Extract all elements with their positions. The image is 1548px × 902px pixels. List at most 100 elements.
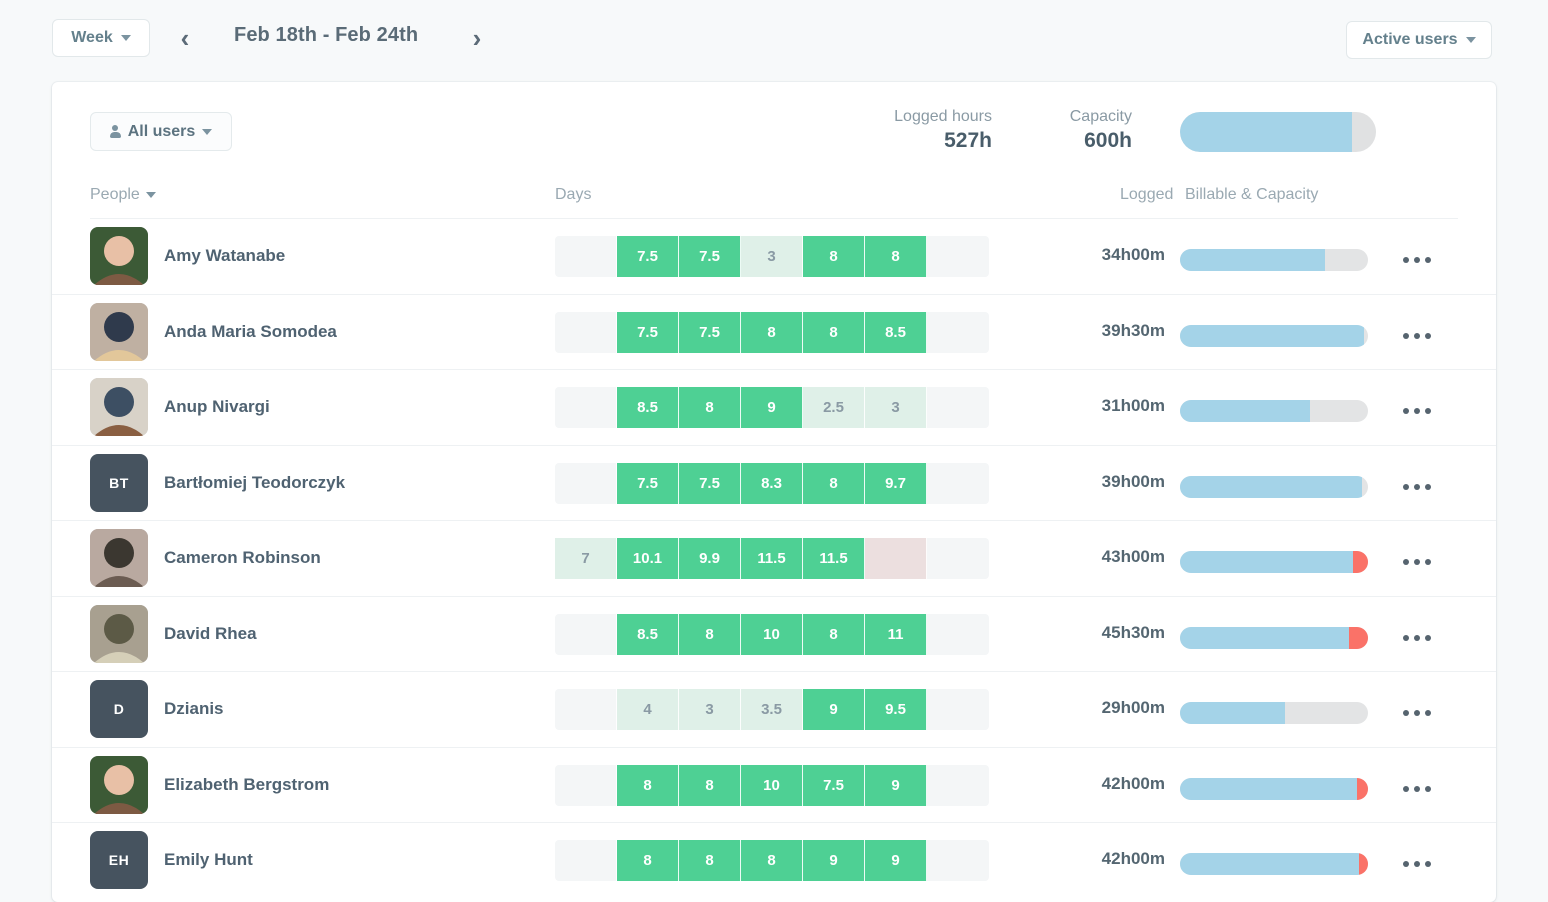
user-scope-select[interactable]: Active users bbox=[1346, 21, 1492, 59]
day-cell[interactable]: 8 bbox=[803, 614, 865, 655]
table-row[interactable]: Amy Watanabe7.57.538834h00m bbox=[52, 219, 1496, 295]
day-cell[interactable]: 9 bbox=[741, 387, 803, 428]
day-cell[interactable] bbox=[927, 463, 989, 504]
person-name[interactable]: Cameron Robinson bbox=[164, 548, 321, 568]
day-cell[interactable]: 8.5 bbox=[617, 387, 679, 428]
row-menu-button[interactable] bbox=[1403, 251, 1445, 269]
row-menu-button[interactable] bbox=[1403, 855, 1445, 873]
day-cell[interactable]: 7.5 bbox=[679, 236, 741, 277]
person-name[interactable]: Anda Maria Somodea bbox=[164, 322, 337, 342]
day-cell[interactable]: 3 bbox=[865, 387, 927, 428]
table-row[interactable]: Cameron Robinson710.19.911.511.543h00m bbox=[52, 521, 1496, 597]
person-name[interactable]: Emily Hunt bbox=[164, 850, 253, 870]
day-cell[interactable]: 7.5 bbox=[617, 312, 679, 353]
table-row[interactable]: David Rhea8.581081145h30m bbox=[52, 597, 1496, 673]
day-cell[interactable]: 8.3 bbox=[741, 463, 803, 504]
next-week-button[interactable]: › bbox=[462, 22, 492, 54]
day-cell[interactable]: 7.5 bbox=[617, 463, 679, 504]
day-cell[interactable] bbox=[555, 463, 617, 504]
day-cell[interactable]: 9 bbox=[803, 689, 865, 730]
day-cell[interactable]: 7.5 bbox=[679, 463, 741, 504]
row-menu-button[interactable] bbox=[1403, 704, 1445, 722]
day-cell[interactable]: 7 bbox=[555, 538, 617, 579]
day-cell[interactable]: 8 bbox=[679, 840, 741, 881]
day-cell[interactable] bbox=[927, 312, 989, 353]
row-menu-button[interactable] bbox=[1403, 402, 1445, 420]
day-cell[interactable]: 8 bbox=[679, 387, 741, 428]
person-name[interactable]: Dzianis bbox=[164, 699, 224, 719]
period-select[interactable]: Week bbox=[52, 19, 150, 57]
day-cell[interactable]: 10 bbox=[741, 614, 803, 655]
table-row[interactable]: DDzianis433.599.529h00m bbox=[52, 672, 1496, 748]
prev-week-button[interactable]: ‹ bbox=[170, 22, 200, 54]
person-name[interactable]: David Rhea bbox=[164, 624, 257, 644]
day-cell[interactable] bbox=[927, 387, 989, 428]
day-cell[interactable]: 8.5 bbox=[865, 312, 927, 353]
avatar-initials: BT bbox=[90, 454, 148, 512]
row-menu-button[interactable] bbox=[1403, 780, 1445, 798]
day-cell[interactable]: 8.5 bbox=[617, 614, 679, 655]
day-cell[interactable]: 9.5 bbox=[865, 689, 927, 730]
day-cell[interactable]: 9 bbox=[803, 840, 865, 881]
day-cell[interactable]: 3 bbox=[679, 689, 741, 730]
day-cell[interactable] bbox=[927, 614, 989, 655]
day-cell[interactable]: 11.5 bbox=[803, 538, 865, 579]
day-cell[interactable]: 10.1 bbox=[617, 538, 679, 579]
day-cell[interactable]: 9 bbox=[865, 765, 927, 806]
person-name[interactable]: Anup Nivargi bbox=[164, 397, 270, 417]
day-cell[interactable]: 9.9 bbox=[679, 538, 741, 579]
day-cell[interactable] bbox=[927, 236, 989, 277]
day-cell[interactable] bbox=[927, 765, 989, 806]
day-cell[interactable]: 9.7 bbox=[865, 463, 927, 504]
day-cell[interactable] bbox=[555, 387, 617, 428]
day-cell[interactable]: 8 bbox=[865, 236, 927, 277]
day-cell[interactable]: 11.5 bbox=[741, 538, 803, 579]
day-cell[interactable]: 2.5 bbox=[803, 387, 865, 428]
day-cell[interactable] bbox=[555, 765, 617, 806]
day-cell[interactable]: 8 bbox=[803, 463, 865, 504]
day-cell[interactable]: 7.5 bbox=[679, 312, 741, 353]
day-cell[interactable] bbox=[555, 236, 617, 277]
table-row[interactable]: Anup Nivargi8.5892.5331h00m bbox=[52, 370, 1496, 446]
day-cell[interactable]: 8 bbox=[803, 236, 865, 277]
row-menu-button[interactable] bbox=[1403, 629, 1445, 647]
row-menu-button[interactable] bbox=[1403, 553, 1445, 571]
person-name[interactable]: Amy Watanabe bbox=[164, 246, 285, 266]
day-cell[interactable]: 8 bbox=[617, 765, 679, 806]
column-header-people[interactable]: People bbox=[90, 186, 156, 204]
day-cell[interactable] bbox=[555, 312, 617, 353]
day-cell[interactable]: 8 bbox=[741, 840, 803, 881]
day-cell[interactable]: 11 bbox=[865, 614, 927, 655]
day-cell[interactable] bbox=[555, 840, 617, 881]
day-cell[interactable] bbox=[865, 538, 927, 579]
day-cell[interactable]: 4 bbox=[617, 689, 679, 730]
person-name[interactable]: Bartłomiej Teodorczyk bbox=[164, 473, 345, 493]
day-cell[interactable]: 7.5 bbox=[803, 765, 865, 806]
day-cell[interactable]: 10 bbox=[741, 765, 803, 806]
capacity-bar-overflow bbox=[1357, 778, 1368, 800]
table-row[interactable]: BTBartłomiej Teodorczyk7.57.58.389.739h0… bbox=[52, 446, 1496, 522]
day-cell[interactable]: 7.5 bbox=[617, 236, 679, 277]
row-menu-button[interactable] bbox=[1403, 327, 1445, 345]
day-cell[interactable]: 8 bbox=[617, 840, 679, 881]
day-cell[interactable] bbox=[555, 614, 617, 655]
capacity-bar-fill bbox=[1180, 627, 1349, 649]
day-cell[interactable]: 8 bbox=[679, 614, 741, 655]
day-cell[interactable]: 3 bbox=[741, 236, 803, 277]
person-name[interactable]: Elizabeth Bergstrom bbox=[164, 775, 329, 795]
day-cell[interactable]: 8 bbox=[803, 312, 865, 353]
table-row[interactable]: EHEmily Hunt8889942h00m bbox=[52, 823, 1496, 899]
row-menu-button[interactable] bbox=[1403, 478, 1445, 496]
day-cell[interactable] bbox=[555, 689, 617, 730]
table-row[interactable]: Elizabeth Bergstrom88107.5942h00m bbox=[52, 748, 1496, 824]
day-cell[interactable] bbox=[927, 840, 989, 881]
day-cell[interactable] bbox=[927, 689, 989, 730]
all-users-filter-button[interactable]: All users bbox=[90, 112, 232, 151]
table-row[interactable]: Anda Maria Somodea7.57.5888.539h30m bbox=[52, 295, 1496, 371]
day-cell[interactable]: 3.5 bbox=[741, 689, 803, 730]
day-cell[interactable] bbox=[927, 538, 989, 579]
day-cell[interactable]: 8 bbox=[741, 312, 803, 353]
dot-icon bbox=[1414, 484, 1420, 490]
day-cell[interactable]: 8 bbox=[679, 765, 741, 806]
day-cell[interactable]: 9 bbox=[865, 840, 927, 881]
